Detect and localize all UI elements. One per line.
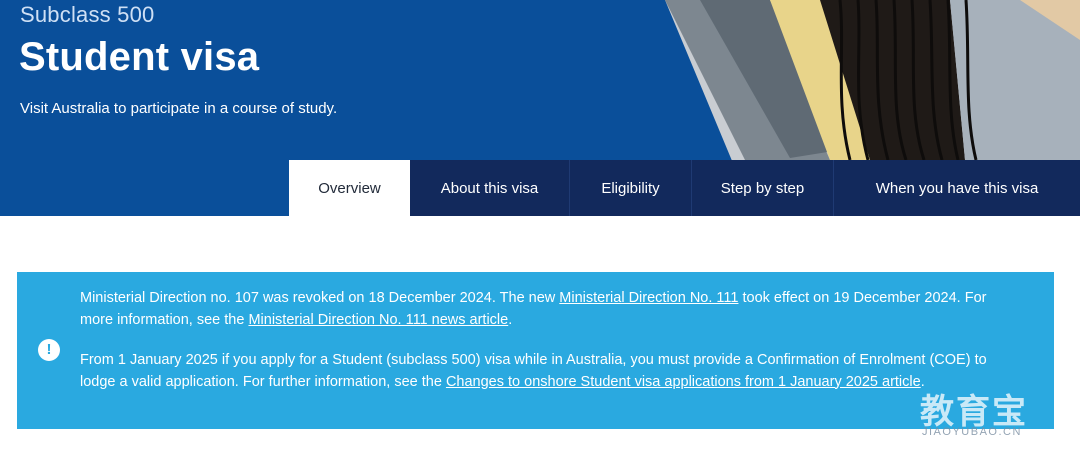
tab-eligibility[interactable]: Eligibility <box>570 160 692 216</box>
ministerial-direction-111-link[interactable]: Ministerial Direction No. 111 <box>559 290 738 306</box>
alert-paragraph-2: From 1 January 2025 if you apply for a S… <box>80 350 1010 393</box>
alert-paragraph-1: Ministerial Direction no. 107 was revoke… <box>80 288 1010 331</box>
ministerial-direction-111-news-link[interactable]: Ministerial Direction No. 111 news artic… <box>248 312 508 328</box>
alert-text: Ministerial Direction no. 107 was revoke… <box>80 288 1010 412</box>
tab-overview[interactable]: Overview <box>289 160 410 216</box>
watermark-en: JIAOYUBAO.CN <box>922 426 1022 438</box>
tab-about-this-visa[interactable]: About this visa <box>410 160 570 216</box>
page-eyebrow: Subclass 500 <box>20 2 155 27</box>
alert-text-segment: . <box>508 311 513 328</box>
alert-banner: ! Ministerial Direction no. 107 was revo… <box>17 272 1054 429</box>
info-icon: ! <box>38 339 60 361</box>
hero-banner: Subclass 500 Student visa Visit Australi… <box>0 0 1080 216</box>
alert-text-segment: Ministerial Direction no. 107 was revoke… <box>80 290 560 306</box>
visa-tabs: Overview About this visa Eligibility Ste… <box>289 160 1080 216</box>
watermark: 教育宝 JIAOYUBAO.CN <box>918 384 1068 444</box>
onshore-changes-article-link[interactable]: Changes to onshore Student visa applicat… <box>446 374 921 390</box>
tab-step-by-step[interactable]: Step by step <box>692 160 834 216</box>
page-subtitle: Visit Australia to participate in a cour… <box>20 100 338 117</box>
tab-when-you-have-this-visa[interactable]: When you have this visa <box>834 160 1080 216</box>
page-title: Student visa <box>19 35 260 79</box>
